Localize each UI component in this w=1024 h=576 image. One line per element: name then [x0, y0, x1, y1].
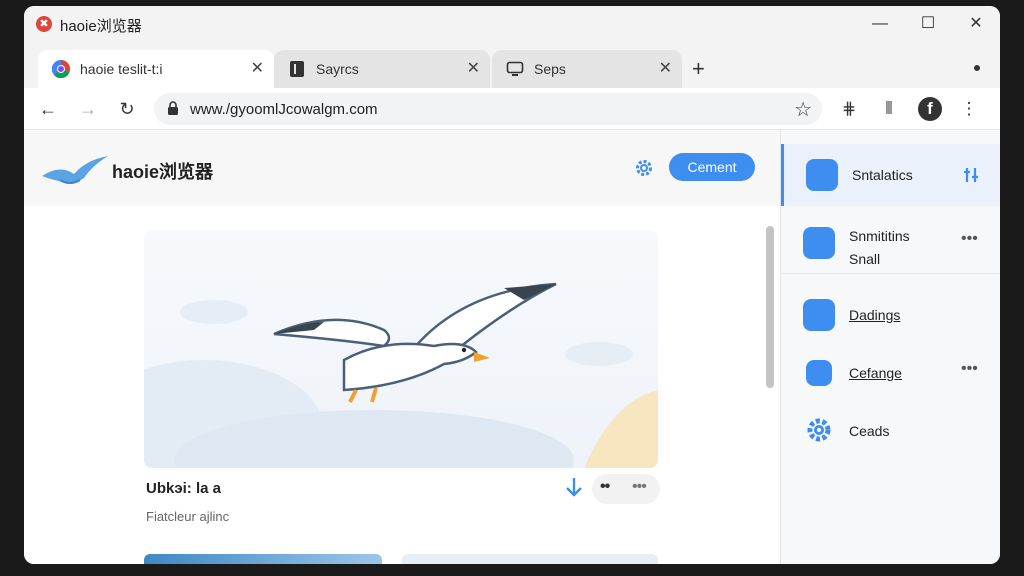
minimize-button[interactable]: — [862, 12, 898, 36]
link-icon [803, 299, 835, 331]
sidebar-toggle-icon[interactable]: ⦀ [876, 96, 902, 122]
browser-toolbar: ← → ↻ www./gyoomlJcowalgm.com ☆ ⋕ ⦀ f ⋮ [24, 88, 1000, 130]
document-icon [290, 61, 304, 77]
sidebar-item-links[interactable]: Dadings [781, 284, 1000, 346]
menu-icon[interactable]: ⋮ [956, 96, 982, 122]
app-icon: ✖ [36, 16, 52, 32]
profile-icon[interactable]: f [918, 97, 942, 121]
thumbnail-card[interactable] [144, 554, 382, 564]
url-text: www./gyoomlJcowalgm.com [190, 101, 378, 118]
new-tab-button[interactable]: + [692, 58, 705, 80]
sidebar-item-statistics[interactable]: Sntalatics [781, 144, 1000, 206]
bookmark-star-icon[interactable]: ☆ [794, 97, 812, 122]
tab-2[interactable]: Seps ✕ [492, 50, 682, 88]
tab-0[interactable]: haoie teslit-t:i ✕ [38, 50, 274, 88]
gear-icon[interactable] [634, 158, 654, 178]
overflow-dots-icon: ••• [632, 478, 647, 495]
filter-icon[interactable] [962, 166, 980, 184]
tab-label: Sayrcs [316, 61, 359, 77]
hero-image [144, 230, 658, 468]
brand-name: haoie浏览器 [112, 162, 214, 182]
sidebar-item-label: Cefange [849, 365, 902, 381]
maximize-button[interactable]: ☐ [910, 12, 946, 36]
seagull-logo-icon [42, 156, 108, 184]
sidebar-item-label: Dadings [849, 307, 901, 323]
forward-button[interactable]: → [74, 95, 102, 123]
tab-close-icon[interactable]: ✕ [467, 58, 480, 78]
sidebar-item-feeds[interactable]: Ceads [781, 400, 1000, 462]
reload-button[interactable]: ↻ [113, 95, 141, 123]
sidebar-item-label: Ceads [849, 423, 890, 439]
more-dots-icon: •• [600, 478, 610, 495]
apps-icon [806, 360, 832, 386]
window-title: haoie浏览器 [60, 18, 142, 35]
content-scrollbar[interactable] [766, 226, 774, 388]
extension-icon[interactable]: ⋕ [836, 96, 862, 122]
lock-icon [168, 101, 178, 115]
back-button[interactable]: ← [34, 95, 62, 123]
tab-close-icon[interactable]: ✕ [659, 58, 672, 78]
settings-gear-icon [807, 418, 831, 442]
monitor-icon [506, 61, 524, 76]
close-window-button[interactable]: ✕ [958, 12, 994, 36]
more-options-pill[interactable]: •• ••• [592, 474, 660, 504]
page-content: haoie浏览器 Cement Ubkэi: la a Fiatcleur aj… [24, 130, 780, 564]
tab-strip: haoie teslit-t:i ✕ Sayrcs ✕ Seps ✕ + [24, 42, 1000, 88]
card-subtitle: Fiatcleur ajlinc [146, 509, 230, 524]
seagull-illustration [144, 282, 658, 468]
thumbnail-card[interactable] [402, 554, 658, 564]
more-dots-icon[interactable]: ••• [961, 360, 978, 378]
sidebar-item-label: Sntalatics [852, 167, 913, 183]
tab-1[interactable]: Sayrcs ✕ [274, 50, 490, 88]
tab-strip-menu-dot[interactable] [974, 65, 980, 71]
sidebar-item-change[interactable]: Cefange ••• [781, 342, 1000, 404]
side-panel: Sntalatics Snmititins Snall ••• Dadings … [780, 130, 1000, 564]
browser-window: ✖ haoie浏览器 — ☐ ✕ haoie teslit-t:i ✕ Sayr… [24, 6, 1000, 564]
bird-icon [803, 227, 835, 259]
sidebar-item-label: Snmititins Snall [849, 228, 910, 267]
page-header: haoie浏览器 Cement [24, 130, 780, 206]
primary-action-button[interactable]: Cement [669, 153, 755, 181]
tab-label: Seps [534, 61, 566, 77]
grid-icon [806, 159, 838, 191]
card-title: Ubkэi: la a [146, 480, 221, 497]
browser-logo-icon [52, 60, 70, 78]
tab-label: haoie teslit-t:i [80, 61, 163, 77]
address-bar[interactable]: www./gyoomlJcowalgm.com ☆ [154, 93, 822, 125]
title-bar: ✖ haoie浏览器 — ☐ ✕ [24, 6, 1000, 42]
download-icon[interactable] [564, 476, 584, 500]
tab-close-icon[interactable]: ✕ [251, 58, 264, 78]
sidebar-item-social[interactable]: Snmititins Snall ••• [781, 212, 1000, 274]
more-dots-icon[interactable]: ••• [961, 230, 978, 248]
